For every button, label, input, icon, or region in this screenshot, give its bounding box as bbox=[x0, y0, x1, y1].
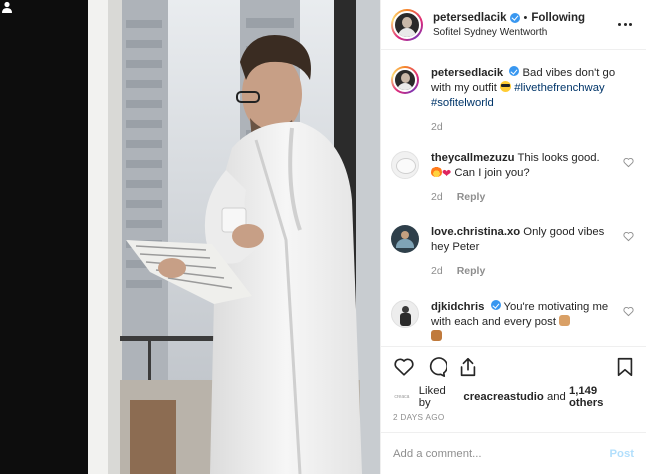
post-photo[interactable] bbox=[0, 0, 380, 474]
author-avatar[interactable] bbox=[391, 8, 423, 41]
liker-avatar[interactable]: creaca bbox=[393, 391, 411, 403]
more-options-icon[interactable] bbox=[616, 18, 634, 32]
like-comment-icon[interactable] bbox=[623, 306, 634, 317]
save-bookmark-icon[interactable] bbox=[614, 356, 636, 378]
flexed-biceps-emoji-icon bbox=[431, 330, 442, 341]
likes-conjunction: and bbox=[546, 391, 566, 403]
reply-button[interactable]: Reply bbox=[457, 190, 486, 205]
verified-badge-icon bbox=[490, 300, 501, 310]
verified-badge-icon bbox=[509, 66, 520, 76]
post-side-panel: petersedlacik • Following Sofitel Sydney… bbox=[380, 0, 646, 474]
comment-item: theycallmezuzu This looks good. ❤ Can I … bbox=[391, 151, 634, 205]
tagged-user-icon[interactable] bbox=[0, 0, 14, 14]
comment-text: Can I join you? bbox=[454, 167, 530, 179]
commenter-avatar[interactable] bbox=[391, 225, 419, 253]
likes-prefix: Liked by bbox=[418, 385, 446, 409]
caption-username[interactable]: petersedlacik bbox=[431, 67, 503, 79]
post-location[interactable]: Sofitel Sydney Wentworth bbox=[433, 26, 616, 39]
like-heart-icon[interactable] bbox=[393, 356, 415, 378]
comment-age[interactable]: 2d bbox=[431, 190, 443, 205]
comment-age[interactable]: 2d bbox=[431, 264, 443, 279]
verified-badge-icon bbox=[509, 12, 520, 23]
caption-age[interactable]: 2d bbox=[431, 120, 443, 135]
author-username[interactable]: petersedlacik bbox=[433, 11, 507, 25]
caption: petersedlacik Bad vibes don't go with my… bbox=[391, 50, 634, 135]
add-comment-input[interactable] bbox=[393, 447, 610, 460]
post-timestamp[interactable]: 2 DAYS AGO bbox=[381, 408, 646, 428]
likes-summary: creaca Liked by creacreastudio and 1,149… bbox=[381, 385, 646, 409]
following-button[interactable]: Following bbox=[531, 11, 585, 25]
hashtag-link[interactable]: #sofitelworld bbox=[431, 97, 494, 109]
instagram-post: petersedlacik • Following Sofitel Sydney… bbox=[0, 0, 646, 474]
photo-illustration bbox=[0, 0, 380, 474]
liker-username[interactable]: creacreastudio bbox=[463, 391, 543, 403]
hashtag-link[interactable]: #livethefrenchway bbox=[514, 82, 604, 94]
comment-text: This looks good. bbox=[517, 152, 600, 164]
add-comment-bar: Post bbox=[381, 432, 646, 474]
comment-username[interactable]: djkidchris bbox=[431, 301, 484, 313]
sunglasses-emoji-icon bbox=[500, 81, 512, 92]
heart-emoji-icon: ❤ bbox=[442, 168, 452, 180]
share-icon[interactable] bbox=[457, 356, 479, 378]
comment-item: djkidchris You're motivating me with eac… bbox=[391, 300, 634, 345]
comment-username[interactable]: theycallmezuzu bbox=[431, 152, 515, 164]
comment-bubble-icon[interactable] bbox=[425, 356, 447, 378]
like-comment-icon[interactable] bbox=[623, 157, 634, 168]
reply-button[interactable]: Reply bbox=[457, 264, 486, 279]
likes-count-link[interactable]: 1,149 others bbox=[569, 385, 634, 409]
post-actions-bar bbox=[381, 346, 646, 386]
fire-emoji-icon bbox=[431, 166, 442, 177]
separator-dot: • bbox=[523, 11, 528, 24]
thumbs-up-emoji-icon bbox=[559, 315, 571, 326]
post-comment-button[interactable]: Post bbox=[610, 448, 634, 460]
comments-list[interactable]: petersedlacik Bad vibes don't go with my… bbox=[381, 50, 646, 346]
comment-username[interactable]: love.christina.xo bbox=[431, 226, 520, 238]
commenter-avatar[interactable] bbox=[391, 300, 419, 328]
caption-avatar[interactable] bbox=[391, 66, 419, 94]
post-header: petersedlacik • Following Sofitel Sydney… bbox=[381, 0, 646, 50]
like-comment-icon[interactable] bbox=[623, 231, 634, 242]
comment-item: love.christina.xo Only good vibes hey Pe… bbox=[391, 225, 634, 279]
commenter-avatar[interactable] bbox=[391, 151, 419, 179]
